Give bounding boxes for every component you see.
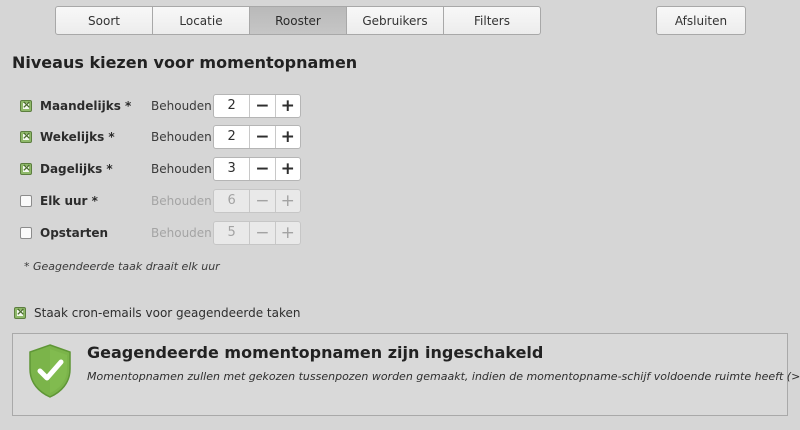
plus-icon[interactable]: +	[276, 95, 300, 117]
plus-icon: +	[280, 191, 295, 211]
boot-keep-input: 5	[214, 222, 251, 244]
tab-schedule[interactable]: Rooster	[249, 6, 347, 35]
minus-icon: −	[250, 222, 276, 244]
hourly-checkbox[interactable]	[20, 195, 32, 207]
tab-location[interactable]: Locatie	[152, 6, 250, 35]
minus-icon[interactable]: −	[250, 95, 276, 117]
shield-check-icon	[29, 344, 71, 398]
status-title: Geagendeerde momentopnamen zijn ingescha…	[87, 343, 544, 362]
keep-label: Behouden	[151, 99, 212, 113]
tab-type[interactable]: Soort	[55, 6, 153, 35]
weekly-label: Wekelijks *	[40, 130, 115, 144]
monthly-checkbox[interactable]	[20, 98, 32, 112]
hourly-label: Elk uur *	[40, 194, 98, 208]
minus-icon[interactable]: −	[250, 158, 276, 180]
plus-icon[interactable]: +	[276, 158, 300, 180]
keep-label: Behouden	[151, 130, 212, 144]
tab-users[interactable]: Gebruikers	[346, 6, 444, 35]
monthly-keep-stepper: 2 − +	[213, 94, 301, 118]
tab-bar: Soort Locatie Rooster Gebruikers Filters	[55, 6, 541, 35]
daily-checkbox[interactable]	[20, 161, 32, 175]
plus-icon: +	[280, 223, 295, 243]
weekly-checkbox[interactable]	[20, 129, 32, 143]
hourly-keep-stepper: 6 − +	[213, 189, 301, 213]
tab-filters[interactable]: Filters	[443, 6, 541, 35]
close-button[interactable]: Afsluiten	[656, 6, 746, 35]
keep-label: Behouden	[151, 226, 212, 240]
status-description: Momentopnamen zullen met gekozen tussenp…	[87, 370, 800, 383]
status-panel: Geagendeerde momentopnamen zijn ingescha…	[12, 333, 800, 416]
boot-label: Opstarten	[40, 226, 109, 240]
level-row-monthly: Maandelijks * Behouden 2 − +	[20, 94, 310, 120]
level-row-daily: Dagelijks * Behouden 3 − +	[20, 157, 310, 183]
level-row-boot: Opstarten Behouden 5 − +	[20, 221, 310, 247]
daily-keep-input[interactable]: 3	[214, 158, 251, 180]
level-row-weekly: Wekelijks * Behouden 2 − +	[20, 125, 310, 151]
keep-label: Behouden	[151, 194, 212, 208]
hourly-keep-input: 6	[214, 190, 251, 212]
keep-label: Behouden	[151, 162, 212, 176]
level-row-hourly: Elk uur * Behouden 6 − +	[20, 189, 310, 215]
boot-checkbox[interactable]	[20, 227, 32, 239]
section-heading: Niveaus kiezen voor momentopnamen	[12, 53, 358, 72]
monthly-label: Maandelijks *	[40, 99, 132, 113]
cron-checkbox[interactable]	[14, 305, 26, 319]
daily-keep-stepper: 3 − +	[213, 157, 301, 181]
minus-icon[interactable]: −	[250, 126, 276, 148]
cron-label: Staak cron-emails voor geagendeerde take…	[34, 306, 301, 320]
weekly-keep-stepper: 2 − +	[213, 125, 301, 149]
minus-icon: −	[250, 190, 276, 212]
weekly-keep-input[interactable]: 2	[214, 126, 251, 148]
plus-icon[interactable]: +	[276, 126, 300, 148]
schedule-note: * Geagendeerde taak draait elk uur	[24, 260, 220, 273]
daily-label: Dagelijks *	[40, 162, 113, 176]
boot-keep-stepper: 5 − +	[213, 221, 301, 245]
monthly-keep-input[interactable]: 2	[214, 95, 251, 117]
